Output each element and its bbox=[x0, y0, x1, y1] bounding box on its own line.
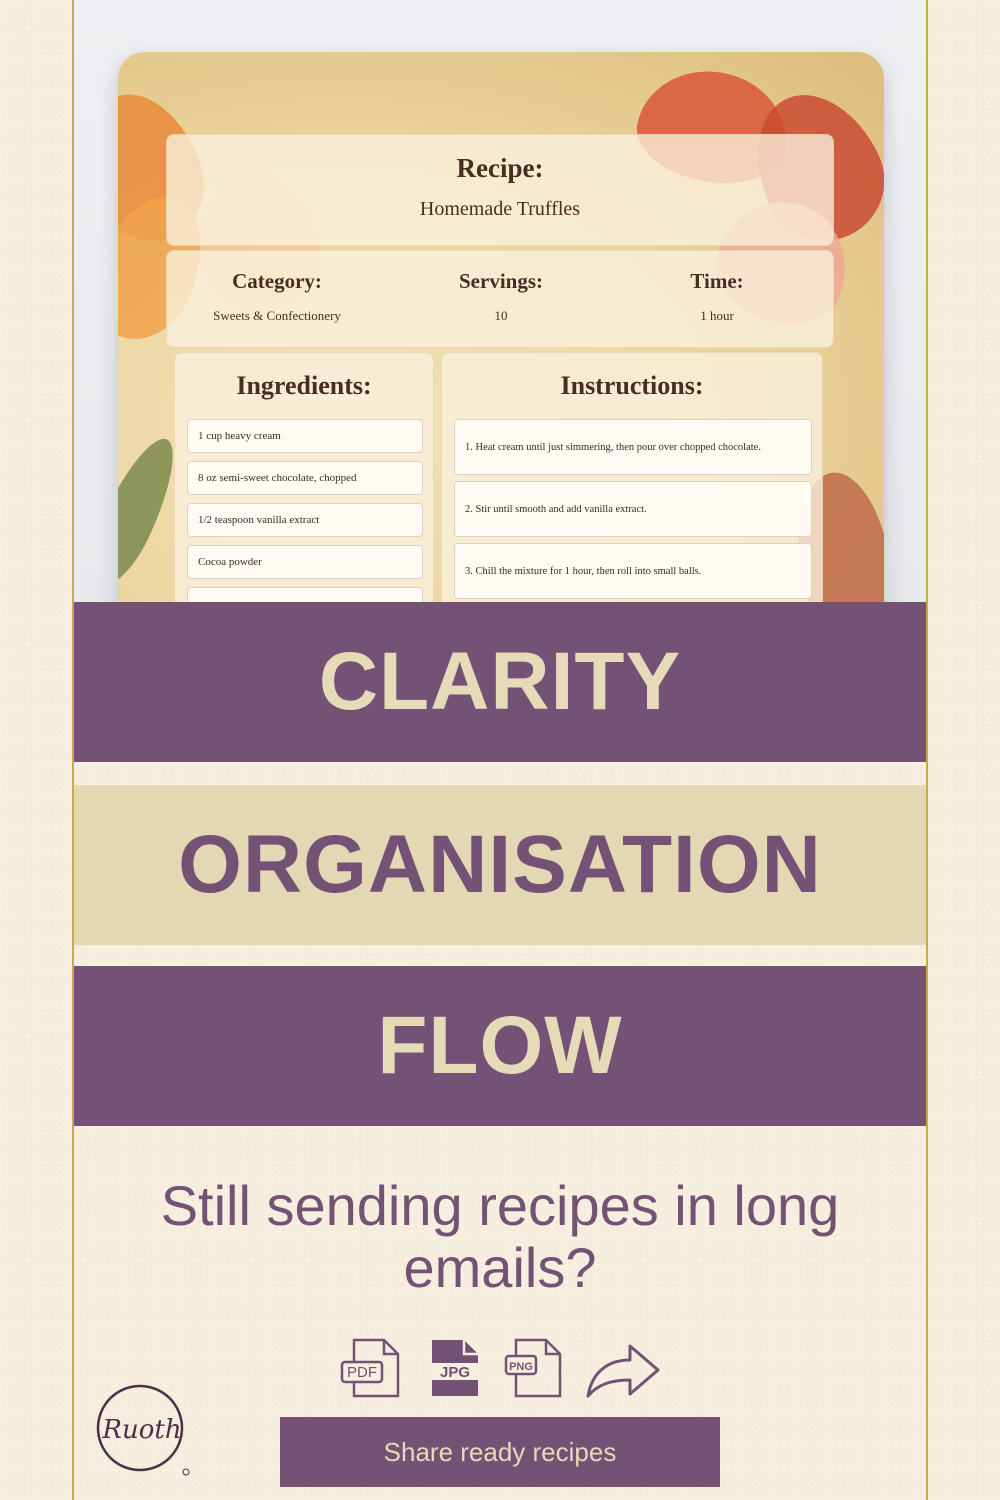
device-mockup-area: Recipe: Homemade Truffles Category: Swee… bbox=[74, 0, 926, 602]
organisation-band: ORGANISATION bbox=[74, 785, 926, 945]
category-value: Sweets & Confectionery bbox=[213, 308, 341, 323]
png-icon-label: PNG bbox=[509, 1361, 533, 1373]
clarity-band: CLARITY bbox=[74, 602, 926, 762]
recipe-card-screen: Recipe: Homemade Truffles Category: Swee… bbox=[118, 52, 884, 602]
jpg-file-icon: JPG bbox=[432, 1340, 478, 1396]
servings-block: Servings: 10 bbox=[391, 269, 611, 324]
right-frame-line bbox=[926, 0, 928, 1500]
ingredient-item-partial bbox=[187, 587, 423, 602]
svg-text:Ruoth: Ruoth bbox=[101, 1415, 181, 1445]
ingredient-item: Cocoa powder bbox=[187, 545, 423, 579]
time-block: Time: 1 hour bbox=[607, 269, 827, 324]
instructions-heading: Instructions: bbox=[560, 371, 704, 400]
tagline: Still sending recipes in long emails? bbox=[160, 1174, 840, 1299]
time-label: Time: bbox=[690, 269, 744, 293]
recipe-title-label: Recipe: bbox=[456, 153, 544, 183]
pdf-file-icon: PDF bbox=[340, 1338, 400, 1398]
recipe-meta-card: Category: Sweets & Confectionery Serving… bbox=[166, 250, 834, 348]
ingredient-item: 1 cup heavy cream bbox=[187, 419, 423, 453]
share-arrow-icon bbox=[586, 1344, 660, 1398]
recipe-name: Homemade Truffles bbox=[419, 198, 581, 220]
servings-label: Servings: bbox=[459, 269, 543, 293]
flow-band: FLOW bbox=[74, 966, 926, 1126]
ruoth-logo: Ruoth bbox=[96, 1384, 190, 1476]
servings-value: 10 bbox=[494, 308, 508, 323]
instructions-card: Instructions: 1. Heat cream until just s… bbox=[441, 352, 823, 602]
category-label: Category: bbox=[232, 269, 322, 293]
png-file-icon: PNG bbox=[504, 1338, 562, 1398]
jpg-icon-label: JPG bbox=[440, 1364, 470, 1381]
recipe-title-card: Recipe: Homemade Truffles bbox=[166, 134, 834, 246]
tablet-device: Recipe: Homemade Truffles Category: Swee… bbox=[118, 52, 884, 602]
category-block: Category: Sweets & Confectionery bbox=[167, 269, 387, 324]
ingredients-card: Ingredients: 1 cup heavy cream 8 oz semi… bbox=[174, 352, 434, 602]
instruction-step: 3. Chill the mixture for 1 hour, then ro… bbox=[454, 543, 812, 599]
time-value: 1 hour bbox=[700, 308, 734, 323]
share-ready-recipes-button[interactable]: Share ready recipes bbox=[280, 1417, 720, 1487]
instruction-step: 2. Stir until smooth and add vanilla ext… bbox=[454, 481, 812, 537]
ingredient-item: 8 oz semi-sweet chocolate, chopped bbox=[187, 461, 423, 495]
pdf-icon-label: PDF bbox=[347, 1364, 377, 1381]
ingredient-item: 1/2 teaspoon vanilla extract bbox=[187, 503, 423, 537]
instruction-step: 1. Heat cream until just simmering, then… bbox=[454, 419, 812, 475]
ingredients-heading: Ingredients: bbox=[236, 371, 372, 400]
format-icons-row: PDF JPG PNG bbox=[340, 1336, 670, 1402]
